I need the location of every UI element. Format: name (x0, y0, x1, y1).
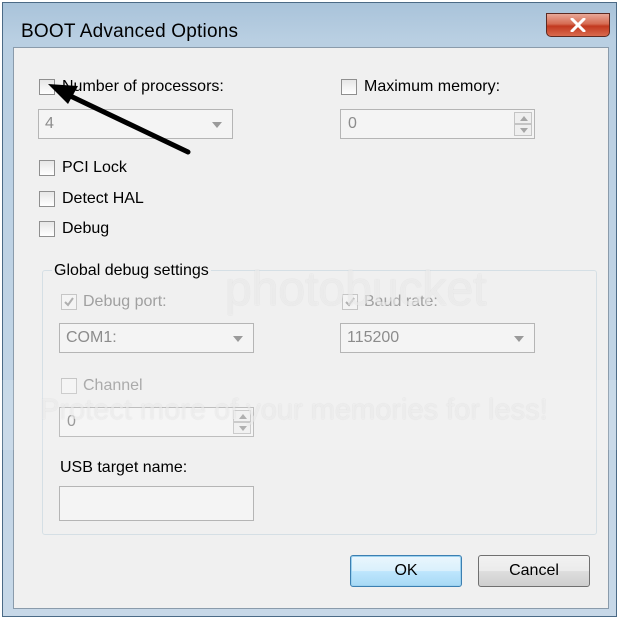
debug-port-label: Debug port: (83, 293, 167, 310)
max-memory-label: Maximum memory: (364, 78, 501, 95)
close-icon (570, 18, 586, 32)
num-processors-label: Number of processors: (62, 78, 224, 95)
window-title: BOOT Advanced Options (21, 21, 239, 42)
debug-port-value: COM1: (66, 329, 117, 346)
usb-target-input[interactable] (59, 486, 254, 521)
spin-up-icon (520, 116, 528, 121)
channel-checkbox[interactable] (61, 378, 77, 394)
channel-down-button[interactable] (233, 422, 251, 434)
dialog-body: Number of processors: 4 Maximum memory: … (13, 47, 609, 609)
debug-port-dropdown[interactable]: COM1: (59, 323, 254, 353)
debug-checkbox[interactable] (39, 221, 55, 237)
cancel-button[interactable]: Cancel (478, 555, 590, 587)
debug-settings-title: Global debug settings (52, 262, 211, 280)
spin-down-icon (239, 426, 247, 431)
baud-rate-dropdown[interactable]: 115200 (340, 323, 535, 353)
num-processors-value: 4 (45, 115, 54, 132)
detect-hal-checkbox[interactable] (39, 191, 55, 207)
max-memory-spinner[interactable]: 0 (340, 109, 535, 139)
chevron-down-icon (514, 336, 524, 342)
ok-button[interactable]: OK (350, 555, 462, 587)
detect-hal-label: Detect HAL (62, 190, 144, 207)
num-processors-checkbox[interactable] (39, 79, 55, 95)
max-memory-value: 0 (348, 115, 357, 132)
pci-lock-label: PCI Lock (62, 159, 127, 176)
close-button[interactable] (546, 13, 610, 37)
debug-port-checkbox[interactable] (61, 294, 77, 310)
baud-rate-checkbox[interactable] (342, 294, 358, 310)
usb-target-label: USB target name: (60, 459, 188, 476)
max-memory-down-button[interactable] (514, 124, 532, 136)
checkmark-icon (64, 297, 74, 307)
max-memory-checkbox[interactable] (341, 79, 357, 95)
channel-value: 0 (67, 413, 76, 430)
chevron-down-icon (212, 122, 222, 128)
channel-spinner[interactable]: 0 (59, 407, 254, 437)
channel-label: Channel (83, 377, 143, 394)
debug-label: Debug (62, 220, 110, 237)
pci-lock-checkbox[interactable] (39, 160, 55, 176)
num-processors-dropdown[interactable]: 4 (38, 109, 233, 139)
max-memory-up-button[interactable] (514, 112, 532, 124)
spin-up-icon (239, 414, 247, 419)
spin-down-icon (520, 128, 528, 133)
baud-rate-value: 115200 (347, 329, 400, 346)
chevron-down-icon (233, 336, 243, 342)
checkmark-icon (345, 297, 355, 307)
baud-rate-label: Baud rate: (364, 293, 438, 310)
dialog-window: BOOT Advanced Options Number of processo… (2, 2, 617, 617)
channel-up-button[interactable] (233, 410, 251, 422)
